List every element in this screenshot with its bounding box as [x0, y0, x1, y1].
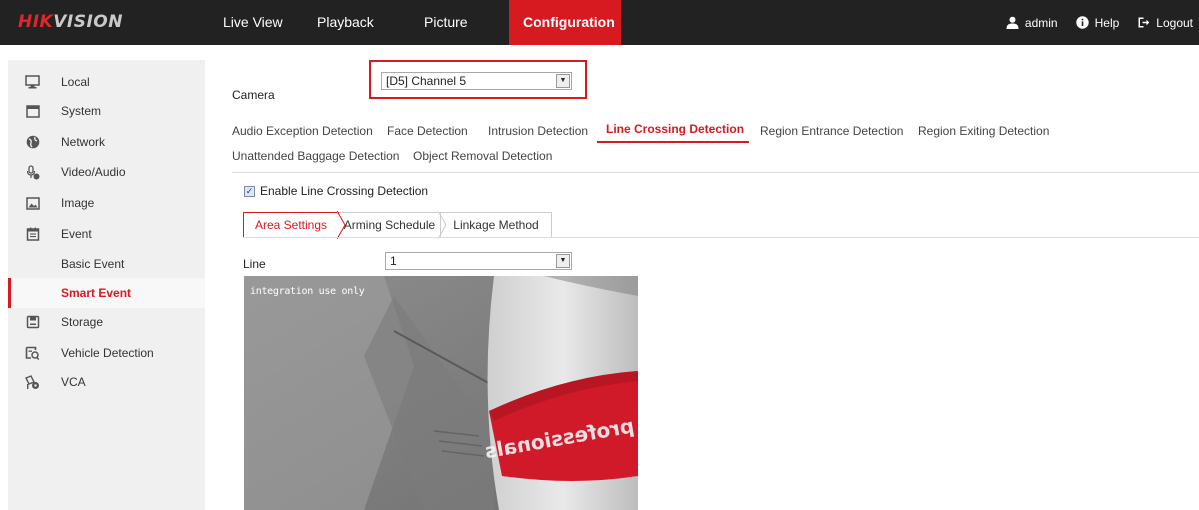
user-icon: [1006, 16, 1019, 29]
sidebar-item-basic-event[interactable]: Basic Event: [8, 249, 205, 279]
line-label: Line: [243, 257, 266, 271]
hikvision-logo: HIKVISION: [18, 12, 123, 32]
camera-select[interactable]: [D5] Channel 5 ▼: [381, 72, 572, 90]
image-icon: [25, 196, 40, 211]
chevron-down-icon: ▼: [556, 254, 570, 268]
subtabs-divider: [243, 237, 1199, 238]
sidebar-label-storage: Storage: [61, 315, 104, 329]
sidebar-label-system: System: [61, 104, 102, 118]
sidebar-item-video-audio[interactable]: Video/Audio: [8, 157, 205, 187]
tab-region-entrance-detection[interactable]: Region Entrance Detection: [760, 124, 903, 138]
logo-vision-text: VISION: [53, 12, 123, 32]
tab-object-removal-detection[interactable]: Object Removal Detection: [413, 149, 552, 163]
globe-icon: [25, 135, 40, 150]
camera-settings-icon: [25, 374, 40, 390]
sidebar-label-image: Image: [61, 196, 95, 210]
info-icon: [1075, 16, 1089, 29]
tab-intrusion-detection[interactable]: Intrusion Detection: [488, 124, 588, 138]
sidebar-item-image[interactable]: Image: [8, 188, 205, 218]
subtab-arming-schedule[interactable]: Arming Schedule: [339, 212, 440, 238]
help-link[interactable]: Help: [1075, 15, 1120, 30]
nav-configuration[interactable]: Configuration: [509, 0, 621, 45]
nav-picture[interactable]: Picture: [409, 0, 509, 45]
help-label: Help: [1094, 15, 1120, 30]
disk-icon: [25, 315, 40, 330]
sidebar-label-vehicle-detection: Vehicle Detection: [61, 346, 154, 360]
top-bar: HIKVISION Live View Playback Picture Con…: [0, 0, 1199, 45]
sidebar: Local System Network Video/Audio Image E…: [8, 60, 205, 510]
subtab-linkage-method[interactable]: Linkage Method: [440, 212, 552, 238]
sidebar-label-smart-event: Smart Event: [61, 286, 132, 300]
user-menu[interactable]: admin: [1006, 16, 1058, 30]
logout-link[interactable]: Logout: [1137, 16, 1193, 30]
camera-label: Camera: [232, 88, 275, 102]
camera-select-value: [D5] Channel 5: [386, 74, 467, 88]
tab-unattended-baggage-detection[interactable]: Unattended Baggage Detection: [232, 149, 399, 163]
sidebar-item-storage[interactable]: Storage: [8, 307, 205, 337]
main-nav: Live View Playback Picture Configuration: [208, 0, 621, 45]
logout-icon: [1138, 17, 1150, 28]
sidebar-item-system[interactable]: System: [8, 96, 205, 126]
logo-hik-text: HIK: [18, 12, 54, 32]
subtab-area-settings[interactable]: Area Settings: [243, 212, 339, 238]
mic-icon: [25, 164, 40, 180]
sidebar-item-smart-event[interactable]: Smart Event: [8, 278, 205, 308]
calendar-icon: [25, 227, 40, 242]
sidebar-label-network: Network: [61, 135, 106, 149]
tab-face-detection[interactable]: Face Detection: [387, 124, 468, 138]
sidebar-label-vca: VCA: [61, 375, 86, 389]
active-tab-indicator: [597, 141, 749, 143]
sidebar-item-network[interactable]: Network: [8, 127, 205, 157]
logout-label: Logout: [1156, 15, 1193, 30]
enable-line-crossing-checkbox[interactable]: ✓: [244, 186, 255, 197]
sidebar-item-vca[interactable]: VCA: [8, 367, 205, 397]
sidebar-item-local[interactable]: Local: [8, 67, 205, 97]
user-area: admin Help Logout: [1006, 0, 1193, 45]
video-frame: professionals: [244, 276, 638, 510]
tab-audio-exception-detection[interactable]: Audio Exception Detection: [232, 124, 373, 138]
tab-line-crossing-detection[interactable]: Line Crossing Detection: [606, 122, 744, 136]
vehicle-icon: [25, 346, 40, 361]
line-select[interactable]: 1 ▼: [385, 252, 572, 270]
sidebar-label-video-audio: Video/Audio: [61, 165, 126, 179]
monitor-icon: [25, 75, 40, 90]
sidebar-item-vehicle-detection[interactable]: Vehicle Detection: [8, 338, 205, 368]
nav-live-view[interactable]: Live View: [208, 0, 302, 45]
chevron-down-icon: ▼: [556, 74, 570, 88]
nav-playback[interactable]: Playback: [302, 0, 409, 45]
tabs-divider: [232, 172, 1199, 173]
enable-line-crossing-label: Enable Line Crossing Detection: [260, 184, 429, 198]
sidebar-label-local: Local: [61, 75, 90, 89]
sidebar-label-event: Event: [61, 227, 92, 241]
window-icon: [25, 104, 40, 119]
video-osd-text: integration use only: [250, 286, 365, 297]
sidebar-label-basic-event: Basic Event: [61, 257, 125, 271]
video-preview[interactable]: professionals integration use only: [244, 276, 638, 510]
sidebar-item-event[interactable]: Event: [8, 219, 205, 249]
user-name: admin: [1024, 15, 1058, 30]
line-select-value: 1: [390, 254, 397, 268]
tab-region-exiting-detection[interactable]: Region Exiting Detection: [918, 124, 1049, 138]
